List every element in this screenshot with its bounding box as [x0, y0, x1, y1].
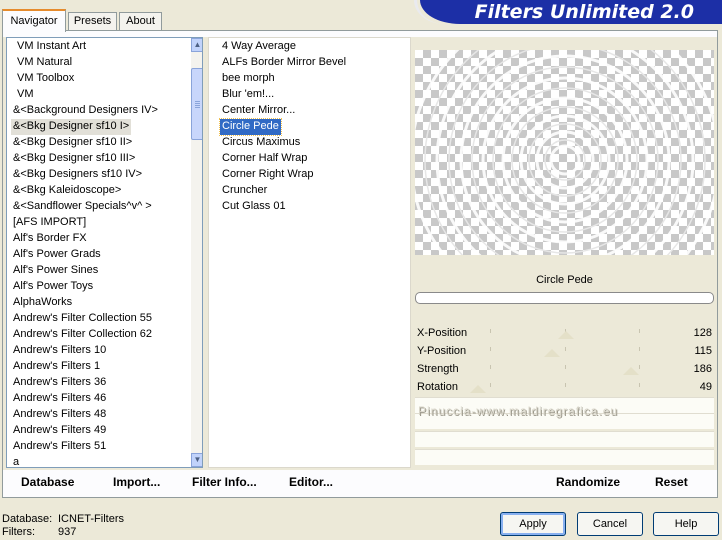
- category-scrollbar[interactable]: ▲ ▼: [191, 38, 202, 467]
- slider-tick: [490, 329, 491, 333]
- category-item[interactable]: Andrew's Filters 36: [11, 375, 108, 391]
- category-item[interactable]: Alf's Power Sines: [11, 263, 100, 279]
- slider-tick: [639, 329, 640, 333]
- tab-presets[interactable]: Presets: [68, 12, 117, 30]
- slider-x-position[interactable]: X-Position 128: [415, 325, 714, 343]
- slider-strength[interactable]: Strength 186: [415, 361, 714, 379]
- filter-item[interactable]: bee morph: [220, 71, 277, 87]
- category-item[interactable]: Alf's Power Toys: [11, 279, 95, 295]
- slider-tick: [639, 383, 640, 387]
- category-item[interactable]: Andrew's Filters 48: [11, 407, 108, 423]
- category-item[interactable]: &<Bkg Designers sf10 IV>: [11, 167, 144, 183]
- category-item[interactable]: &<Sandflower Specials^v^ >: [11, 199, 154, 215]
- editor-button[interactable]: Editor...: [289, 475, 333, 489]
- category-item[interactable]: Alf's Border FX: [11, 231, 89, 247]
- filter-item[interactable]: Circle Pede: [219, 118, 282, 136]
- category-item[interactable]: AlphaWorks: [11, 295, 74, 311]
- database-button[interactable]: Database: [21, 475, 74, 489]
- filter-list[interactable]: 4 Way Average ALFs Border Mirror Bevel bee…: [208, 37, 411, 468]
- category-item[interactable]: VM Toolbox: [15, 71, 76, 87]
- slider-thumb[interactable]: [558, 331, 574, 339]
- category-item[interactable]: VM Natural: [15, 55, 74, 71]
- scrollbar-thumb[interactable]: [191, 68, 202, 140]
- scroll-up-icon[interactable]: ▲: [191, 38, 202, 52]
- filter-item[interactable]: ALFs Border Mirror Bevel: [220, 55, 348, 71]
- category-item[interactable]: Andrew's Filters 10: [11, 343, 108, 359]
- category-item[interactable]: Alf's Power Grads: [11, 247, 103, 263]
- preview-filter-name: Circle Pede: [536, 274, 593, 286]
- filter-item[interactable]: 4 Way Average: [220, 39, 298, 55]
- watermark: Pinuccia-www.maldiregrafica.eu: [418, 404, 619, 418]
- empty-slider-row: [415, 431, 714, 447]
- filter-item[interactable]: Circus Maximus: [220, 135, 302, 151]
- category-item[interactable]: [AFS IMPORT]: [11, 215, 88, 231]
- category-item[interactable]: &<Bkg Designer sf10 I>: [11, 119, 132, 135]
- slider-tick: [639, 365, 640, 369]
- category-item[interactable]: a: [11, 455, 21, 467]
- filter-item[interactable]: Center Mirror...: [220, 103, 297, 119]
- filter-preview: [415, 50, 714, 255]
- slider-tick: [490, 383, 491, 387]
- circle-pede-pattern: [415, 50, 714, 255]
- category-item[interactable]: Andrew's Filters 46: [11, 391, 108, 407]
- slider-label: Y-Position: [417, 345, 467, 357]
- slider-label: Strength: [417, 363, 459, 375]
- slider-tick: [565, 383, 566, 387]
- slider-value: 115: [694, 345, 712, 357]
- slider-value: 128: [693, 327, 712, 339]
- reset-button[interactable]: Reset: [655, 475, 688, 489]
- slider-y-position[interactable]: Y-Position 115: [415, 343, 714, 361]
- filter-item[interactable]: Corner Right Wrap: [220, 167, 316, 183]
- bottom-toolbar: Database Import... Filter Info... Editor…: [6, 471, 717, 495]
- progress-bar: [415, 292, 714, 304]
- slider-rotation[interactable]: Rotation 49: [415, 379, 714, 397]
- category-item[interactable]: Andrew's Filter Collection 55: [11, 311, 154, 327]
- filter-item[interactable]: Corner Half Wrap: [220, 151, 309, 167]
- filter-info-button[interactable]: Filter Info...: [192, 475, 257, 489]
- database-label: Database:: [2, 513, 53, 525]
- category-item[interactable]: Andrew's Filters 49: [11, 423, 108, 439]
- filter-item[interactable]: Cut Glass 01: [220, 199, 288, 215]
- filters-count: 937: [58, 526, 77, 538]
- category-item[interactable]: &<Background Designers IV>: [11, 103, 160, 119]
- slider-thumb[interactable]: [623, 367, 639, 375]
- import-button[interactable]: Import...: [113, 475, 160, 489]
- slider-thumb[interactable]: [470, 385, 486, 393]
- apply-button[interactable]: Apply: [500, 512, 566, 536]
- tab-navigator[interactable]: Navigator: [2, 9, 66, 32]
- slider-tick: [639, 347, 640, 351]
- empty-slider-row: [415, 449, 714, 465]
- slider-value: 49: [699, 381, 712, 393]
- slider-value: 186: [693, 363, 712, 375]
- category-item[interactable]: &<Bkg Kaleidoscope>: [11, 183, 123, 199]
- status-info: Database: ICNET-Filters Filters: 937: [2, 513, 124, 539]
- app-title: Filters Unlimited 2.0: [414, 0, 722, 24]
- slider-label: Rotation: [417, 381, 458, 393]
- slider-thumb[interactable]: [544, 349, 560, 357]
- category-item[interactable]: Andrew's Filters 51: [11, 439, 108, 455]
- category-list[interactable]: VM Instant Art VM Natural VM Toolbox VM &<Ba…: [6, 37, 203, 468]
- filter-item[interactable]: Cruncher: [220, 183, 269, 199]
- slider-tick: [565, 365, 566, 369]
- help-button[interactable]: Help: [653, 512, 719, 536]
- scroll-down-icon[interactable]: ▼: [191, 453, 202, 467]
- slider-tick: [490, 365, 491, 369]
- tab-strip: Navigator Presets About: [0, 0, 420, 32]
- category-item[interactable]: &<Bkg Designer sf10 II>: [11, 135, 134, 151]
- slider-tick: [490, 347, 491, 351]
- slider-label: X-Position: [417, 327, 468, 339]
- slider-tick: [565, 347, 566, 351]
- database-value: ICNET-Filters: [58, 513, 124, 525]
- category-item[interactable]: VM Instant Art: [15, 39, 88, 55]
- tab-about[interactable]: About: [119, 12, 162, 30]
- filter-item[interactable]: Blur 'em!...: [220, 87, 276, 103]
- category-item[interactable]: &<Bkg Designer sf10 III>: [11, 151, 137, 167]
- category-item[interactable]: VM: [15, 87, 36, 103]
- filters-label: Filters:: [2, 526, 35, 538]
- category-item[interactable]: Andrew's Filter Collection 62: [11, 327, 154, 343]
- category-item[interactable]: Andrew's Filters 1: [11, 359, 102, 375]
- randomize-button[interactable]: Randomize: [556, 475, 620, 489]
- cancel-button[interactable]: Cancel: [577, 512, 643, 536]
